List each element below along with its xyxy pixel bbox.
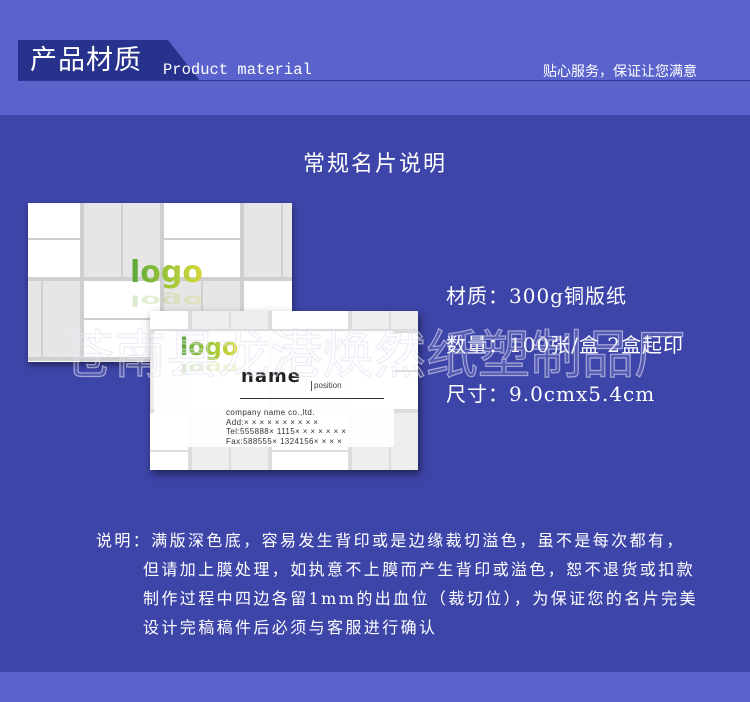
card-back-logo-reflection: logo <box>130 291 203 310</box>
note-line: 说明：满版深色底，容易发生背印或是边缘裁切溢色，虽不是每次都有， <box>96 531 685 550</box>
card-company: company name co.,ltd. <box>226 408 315 417</box>
note-line: 设计完稿稿件后必须与客服进行确认 <box>143 618 438 637</box>
header-slogan: 贴心服务，保证让您满意 <box>543 64 697 80</box>
header-title-en: Product material <box>163 61 312 79</box>
card-name: name <box>241 366 301 387</box>
header-divider <box>18 80 750 81</box>
spec-material: 材质：300g铜版纸 <box>446 284 627 308</box>
business-card-front: logo logo name position company name co.… <box>150 311 418 470</box>
card-back-logo: logo <box>130 255 203 290</box>
card-contact-info: company name co.,ltd. Add:× × × × × × × … <box>226 408 346 446</box>
section-title: 常规名片说明 <box>302 152 447 177</box>
product-material-page: 产品材质 Product material 贴心服务，保证让您满意 常规名片说明 <box>0 0 750 702</box>
spec-quantity: 数量：100张/盒 2盒起印 <box>446 333 684 357</box>
card-front-logo-reflection: logo <box>180 361 239 375</box>
spec-size: 尺寸：9.0cmx5.4cm <box>446 382 656 406</box>
card-tel: Tel:555888× 1115× × × × × × × <box>226 427 347 436</box>
bottom-band <box>0 672 750 702</box>
card-fax: Fax:588555× 1324156× × × × <box>226 436 343 446</box>
note-line: 制作过程中四边各留1mm的出血位（裁切位），为保证您的名片完美 <box>143 589 698 608</box>
card-position: position <box>311 381 342 391</box>
card-divider <box>240 398 384 399</box>
card-front-logo: logo <box>180 333 239 361</box>
card-address: Add:× × × × × × × × × × <box>226 417 319 427</box>
note-line: 但请加上膜处理，如执意不上膜而产生背印或溢色，恕不退货或扣款 <box>143 560 696 579</box>
header-title-cn: 产品材质 <box>30 45 142 76</box>
